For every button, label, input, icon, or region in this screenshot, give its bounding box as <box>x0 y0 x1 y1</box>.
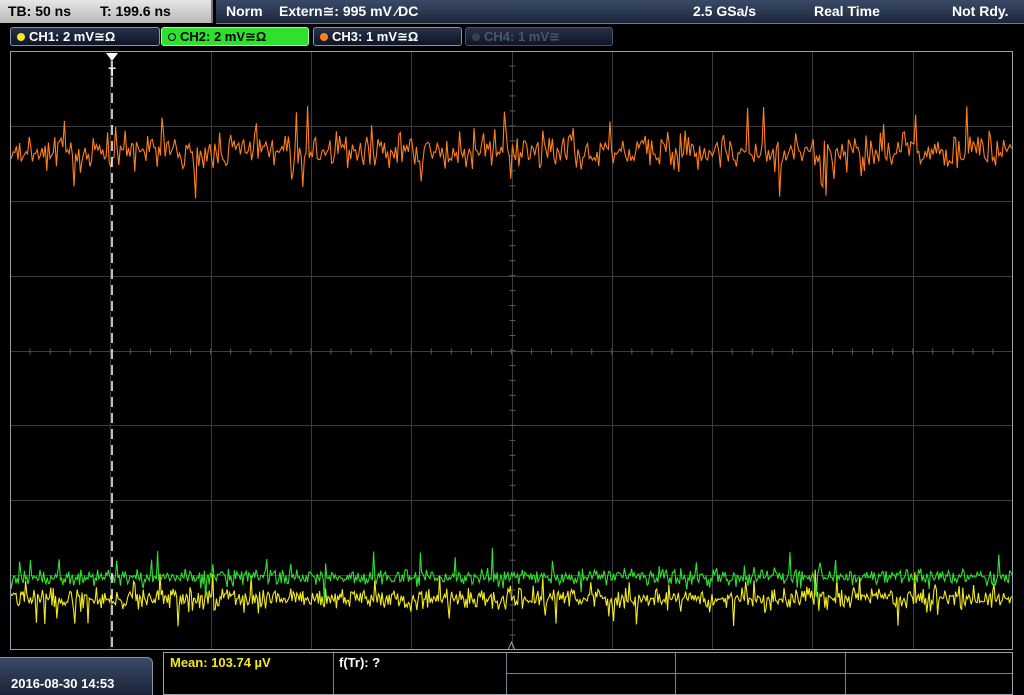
date-time: 2016-08-30 14:53 <box>11 676 115 691</box>
measurement-frequency: f(Tr): ? <box>339 655 381 670</box>
measurement-divider <box>333 653 334 694</box>
tab-ch4[interactable]: CH4: 1 mV≅ <box>465 27 613 46</box>
measurement-table[interactable]: Mean: 103.74 µV f(Tr): ? <box>163 652 1013 695</box>
channel-tabs: CH1: 2 mV≅Ω CH2: 2 mV≅Ω CH3: 1 mV≅Ω CH4:… <box>0 26 1024 48</box>
ch2-indicator-icon <box>168 33 176 41</box>
graticule-frame <box>10 51 1013 650</box>
ch2-label: CH2: 2 mV≅Ω <box>180 29 267 44</box>
acquisition-bar[interactable]: Norm Extern≅: 995 mV ∕DC 2.5 GSa/s Real … <box>216 0 1024 24</box>
tab-ch1[interactable]: CH1: 2 mV≅Ω <box>10 27 160 46</box>
acquisition-type: Real Time <box>814 3 880 19</box>
measurement-row-divider <box>506 673 1012 674</box>
tab-ch3[interactable]: CH3: 1 mV≅Ω <box>313 27 462 46</box>
acquisition-mode: Norm <box>226 3 263 19</box>
timebase-label: TB: 50 ns <box>8 3 72 19</box>
ch4-label: CH4: 1 mV≅ <box>484 29 560 44</box>
ch1-label: CH1: 2 mV≅Ω <box>29 29 116 44</box>
date-time-box: 2016-08-30 14:53 <box>0 657 153 695</box>
trigger-setting: Extern≅: 995 mV ∕DC <box>279 3 419 19</box>
oscilloscope-screen: TB: 50 ns T: 199.6 ns Norm Extern≅: 995 … <box>0 0 1024 695</box>
ch4-indicator-icon <box>472 33 480 41</box>
ch3-indicator-icon <box>320 33 328 41</box>
sample-rate: 2.5 GSa/s <box>693 3 757 19</box>
ch1-indicator-icon <box>17 33 25 41</box>
measurement-mean: Mean: 103.74 µV <box>170 655 271 670</box>
ch3-label: CH3: 1 mV≅Ω <box>332 29 419 44</box>
timebase-box[interactable]: TB: 50 ns T: 199.6 ns <box>0 0 213 23</box>
tab-ch2[interactable]: CH2: 2 mV≅Ω <box>161 27 309 46</box>
status-bar: TB: 50 ns T: 199.6 ns Norm Extern≅: 995 … <box>0 0 1024 24</box>
trigger-time-label: T: 199.6 ns <box>100 3 171 19</box>
run-status: Not Rdy. <box>952 3 1009 19</box>
